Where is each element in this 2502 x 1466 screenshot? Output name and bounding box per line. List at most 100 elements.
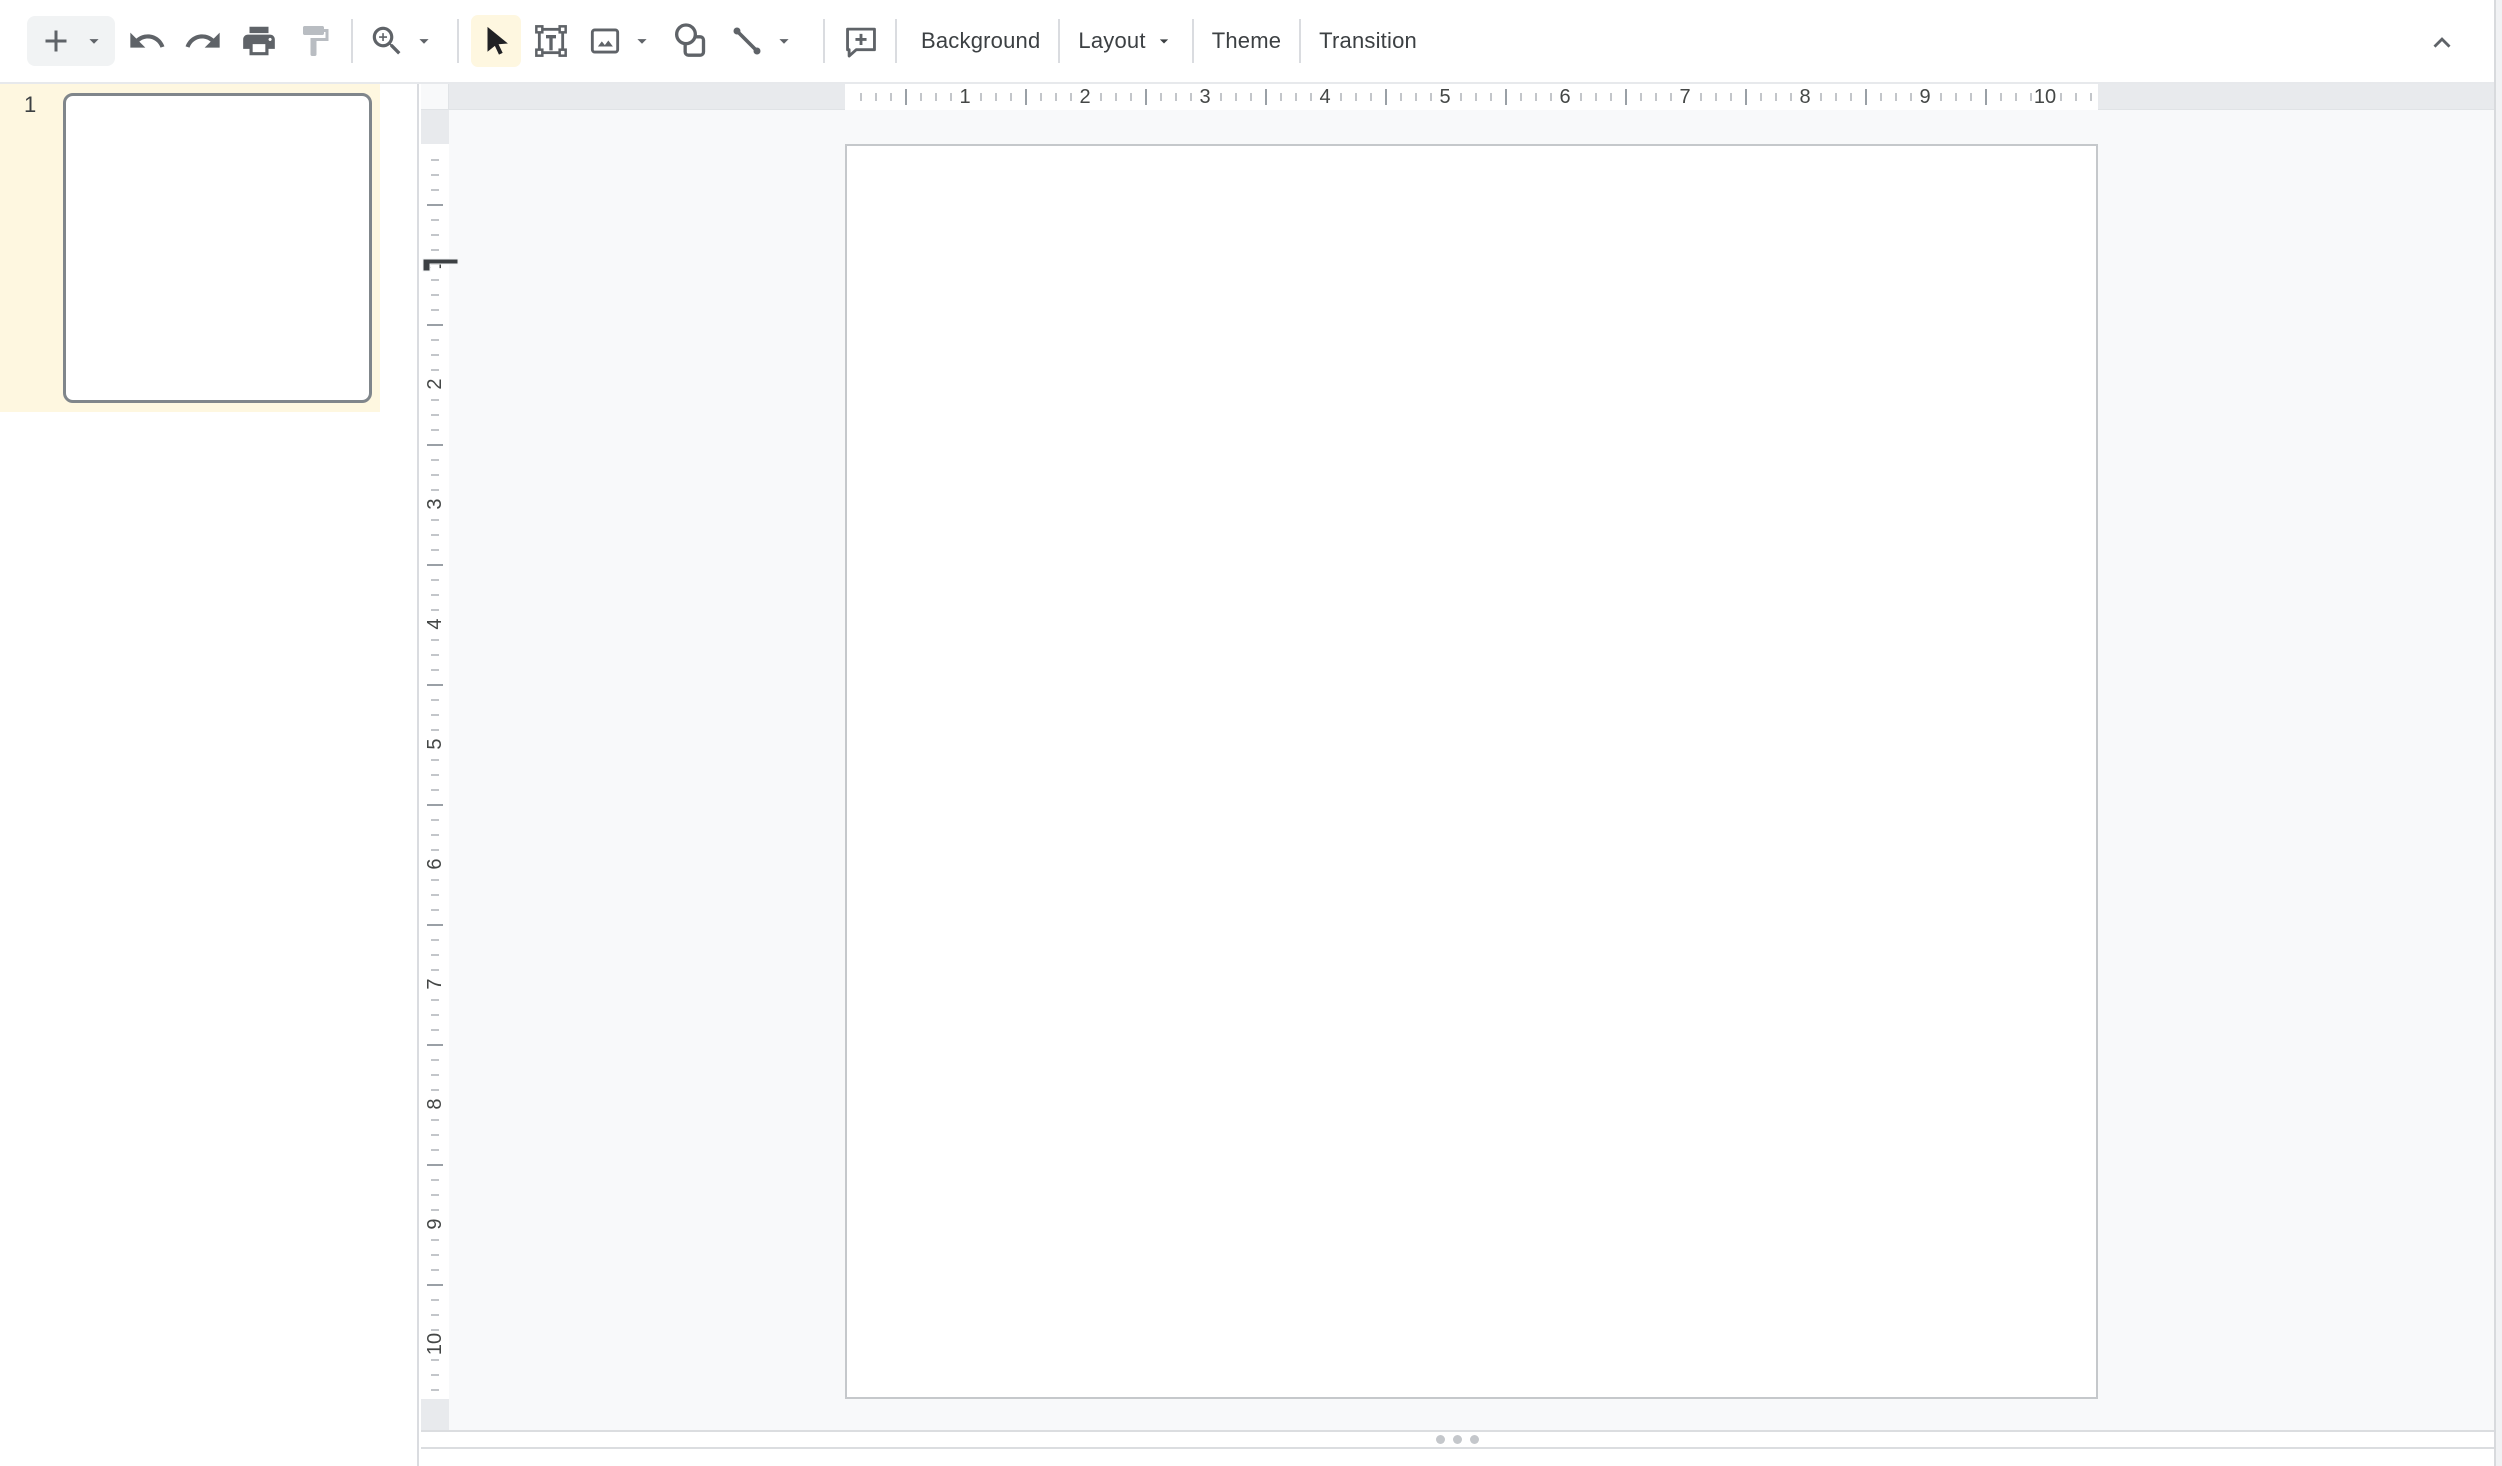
layout-button[interactable]: Layout bbox=[1060, 17, 1191, 65]
ruler-tick bbox=[431, 1014, 439, 1016]
slide-number-label: 1 bbox=[24, 92, 36, 118]
ruler-tick bbox=[431, 789, 439, 791]
slide-1-thumbnail[interactable] bbox=[63, 93, 372, 403]
ruler-tick bbox=[431, 699, 439, 701]
ruler-number: 5 bbox=[1415, 84, 1475, 110]
zoom-button[interactable] bbox=[363, 17, 411, 65]
ruler-number: 2 bbox=[424, 370, 446, 398]
vertical-ruler-active-band: 12345678910 bbox=[421, 144, 449, 1399]
new-slide-button[interactable] bbox=[27, 16, 115, 66]
ruler-tick bbox=[427, 444, 443, 446]
ruler-tick bbox=[1730, 93, 1732, 101]
transition-button[interactable]: Transition bbox=[1301, 17, 1435, 65]
ruler-tick bbox=[1865, 89, 1867, 105]
ruler-tick bbox=[431, 654, 439, 656]
redo-arrow-icon bbox=[183, 21, 223, 61]
filmstrip-panel: 1 bbox=[0, 84, 419, 1466]
ruler-tick bbox=[431, 579, 439, 581]
print-button[interactable] bbox=[235, 17, 283, 65]
ruler-tick bbox=[431, 759, 439, 761]
speaker-notes-area[interactable] bbox=[421, 1449, 2494, 1466]
ruler-tick bbox=[427, 204, 443, 206]
paint-format-button bbox=[291, 17, 339, 65]
text-box-icon bbox=[531, 21, 571, 61]
layout-button-label: Layout bbox=[1078, 28, 1145, 54]
ruler-tick bbox=[1400, 93, 1402, 101]
insert-shape-button[interactable] bbox=[667, 17, 715, 65]
toolbar-divider bbox=[457, 19, 459, 63]
ruler-tick bbox=[431, 1119, 439, 1121]
ruler-tick bbox=[431, 894, 439, 896]
ruler-tick bbox=[431, 1374, 439, 1376]
line-dropdown-caret-icon[interactable] bbox=[771, 17, 797, 65]
printer-icon bbox=[240, 22, 278, 60]
insert-line-button[interactable] bbox=[723, 17, 771, 65]
ruler-number: 9 bbox=[1895, 84, 1955, 110]
ruler-tick bbox=[1625, 89, 1627, 105]
select-tool-button[interactable] bbox=[471, 15, 521, 67]
ruler-tick bbox=[431, 639, 439, 641]
slide-canvas[interactable] bbox=[845, 144, 2098, 1399]
ruler-number: 8 bbox=[424, 1090, 446, 1118]
ruler-tick bbox=[431, 1059, 439, 1061]
ruler-tick bbox=[431, 1074, 439, 1076]
text-box-button[interactable] bbox=[527, 17, 575, 65]
handle-dot bbox=[1436, 1435, 1445, 1444]
ruler-tick bbox=[431, 474, 439, 476]
collapse-toolbar-button[interactable] bbox=[2418, 18, 2466, 66]
ruler-tick bbox=[920, 93, 922, 101]
handle-dot bbox=[1470, 1435, 1479, 1444]
ruler-number: 1 bbox=[935, 84, 995, 110]
line-icon bbox=[727, 21, 767, 61]
ruler-tick bbox=[427, 684, 443, 686]
ruler-number: 2 bbox=[1055, 84, 1115, 110]
ruler-tick bbox=[1520, 93, 1522, 101]
ruler-tick bbox=[431, 714, 439, 716]
horizontal-ruler-active-band: 12345678910 bbox=[845, 84, 2098, 110]
ruler-tick bbox=[431, 414, 439, 416]
ruler-tick bbox=[2000, 93, 2002, 101]
filmstrip-selected-highlight: 1 bbox=[0, 84, 380, 412]
ruler-number: 7 bbox=[1655, 84, 1715, 110]
ruler-tick bbox=[431, 459, 439, 461]
toolbar: Background Layout Theme Transition bbox=[0, 0, 2502, 84]
ruler-tick bbox=[1880, 93, 1882, 101]
ruler-tick bbox=[431, 519, 439, 521]
ruler-tick bbox=[427, 924, 443, 926]
redo-button[interactable] bbox=[179, 17, 227, 65]
ruler-tick bbox=[1130, 93, 1132, 101]
ruler-tick bbox=[1235, 93, 1237, 101]
cursor-arrow-icon bbox=[479, 24, 513, 58]
ruler-tick bbox=[1265, 89, 1267, 105]
ruler-tick bbox=[431, 1134, 439, 1136]
ruler-tick bbox=[431, 1239, 439, 1241]
background-button[interactable]: Background bbox=[903, 17, 1058, 65]
ruler-number: 6 bbox=[424, 850, 446, 878]
ruler-tick bbox=[431, 1179, 439, 1181]
undo-arrow-icon bbox=[127, 21, 167, 61]
zoom-dropdown-caret-icon[interactable] bbox=[411, 17, 437, 65]
ruler-tick bbox=[1970, 93, 1972, 101]
undo-button[interactable] bbox=[123, 17, 171, 65]
ruler-tick bbox=[1595, 93, 1597, 101]
insert-image-button[interactable] bbox=[581, 17, 629, 65]
chevron-up-icon bbox=[2425, 25, 2459, 59]
image-dropdown-caret-icon[interactable] bbox=[629, 17, 655, 65]
ruler-tick bbox=[431, 219, 439, 221]
ruler-tick bbox=[431, 594, 439, 596]
ruler-tick bbox=[431, 1359, 439, 1361]
ruler-number: 3 bbox=[1175, 84, 1235, 110]
new-slide-dropdown-caret-icon[interactable] bbox=[83, 30, 105, 52]
ruler-tick bbox=[1505, 89, 1507, 105]
ruler-tick bbox=[1010, 93, 1012, 101]
insert-comment-button[interactable] bbox=[837, 17, 885, 65]
toolbar-divider bbox=[351, 19, 353, 63]
ruler-tick bbox=[1985, 89, 1987, 105]
notes-resize-handle[interactable] bbox=[421, 1430, 2494, 1449]
ruler-tick bbox=[431, 1389, 439, 1391]
ruler-tick bbox=[1850, 93, 1852, 101]
ruler-tick bbox=[431, 429, 439, 431]
theme-button[interactable]: Theme bbox=[1194, 17, 1299, 65]
plus-icon bbox=[38, 23, 74, 59]
ruler-tick bbox=[995, 93, 997, 101]
